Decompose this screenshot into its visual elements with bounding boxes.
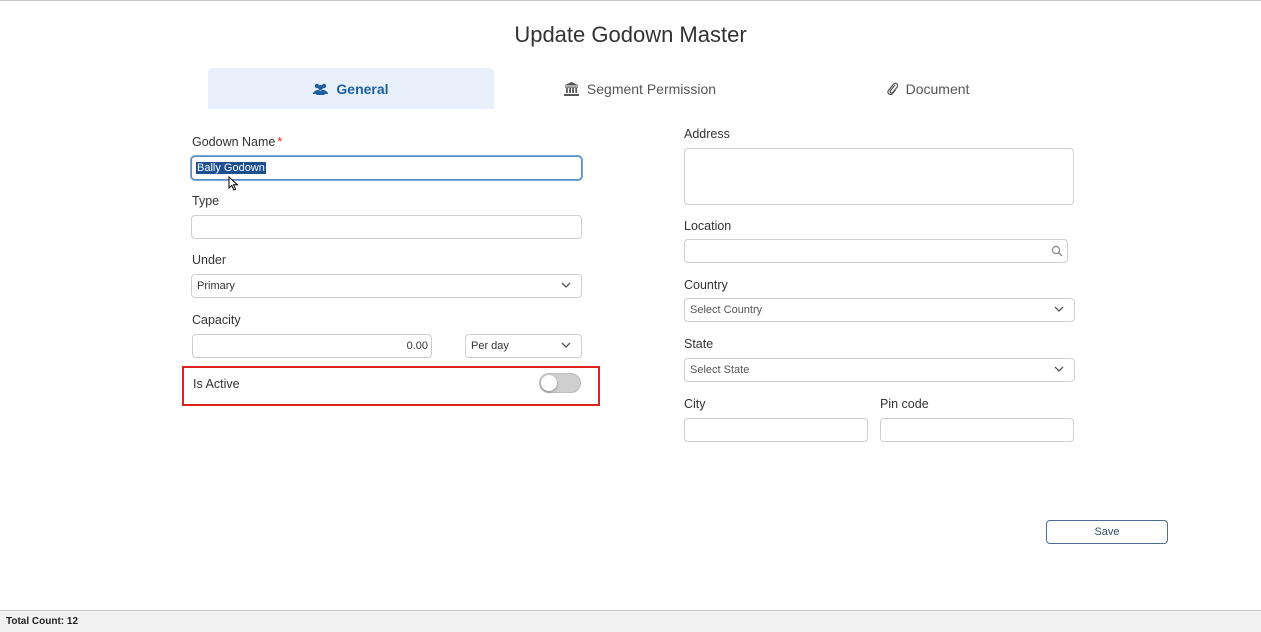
chevron-down-icon <box>561 282 571 288</box>
country-placeholder: Select Country <box>690 304 763 316</box>
top-border <box>0 0 1261 1</box>
godown-name-input[interactable]: Bally Godown <box>191 156 582 180</box>
godown-name-label: Godown Name * <box>192 135 282 149</box>
bank-icon <box>563 81 579 96</box>
total-count: Total Count: 12 <box>6 616 79 627</box>
city-input[interactable] <box>684 418 868 442</box>
capacity-label: Capacity <box>192 313 241 327</box>
location-label: Location <box>684 219 732 233</box>
tab-segment-permission-label: Segment Permission <box>586 80 717 97</box>
capacity-unit-value: Per day <box>471 340 509 352</box>
search-icon[interactable] <box>1051 245 1063 257</box>
is-active-toggle[interactable] <box>539 373 581 393</box>
state-placeholder: Select State <box>690 364 750 376</box>
status-bar: Total Count: 12 <box>0 610 1261 632</box>
address-textarea[interactable] <box>684 148 1074 205</box>
pin-code-label: Pin code <box>880 397 929 411</box>
godown-name-value: Bally Godown <box>196 162 266 174</box>
users-icon <box>313 83 329 95</box>
location-input[interactable] <box>684 239 1068 263</box>
page-title: Update Godown Master <box>514 22 747 47</box>
city-label: City <box>684 397 706 411</box>
under-label: Under <box>192 253 227 267</box>
state-select[interactable]: Select State <box>684 358 1075 382</box>
capacity-input[interactable]: 0.00 <box>192 334 432 358</box>
is-active-highlight-box <box>182 366 600 406</box>
country-select[interactable]: Select Country <box>684 298 1075 322</box>
capacity-value: 0.00 <box>406 340 428 352</box>
tab-document-label: Document <box>905 80 970 97</box>
tab-general-label: General <box>336 80 389 97</box>
tab-general[interactable]: General <box>208 68 494 109</box>
address-label: Address <box>684 127 730 141</box>
state-label: State <box>684 337 714 351</box>
toggle-knob <box>541 375 557 391</box>
pin-code-input[interactable] <box>880 418 1074 442</box>
chevron-down-icon <box>561 342 571 348</box>
under-select[interactable]: Primary <box>191 274 582 298</box>
under-value: Primary <box>197 280 235 292</box>
is-active-label: Is Active <box>193 377 240 391</box>
tab-segment-permission[interactable]: Segment Permission <box>510 68 770 109</box>
type-label: Type <box>192 194 220 208</box>
mouse-pointer-icon <box>228 176 239 191</box>
tab-document[interactable]: Document <box>800 68 1056 109</box>
type-input[interactable] <box>191 215 582 239</box>
chevron-down-icon <box>1054 366 1064 372</box>
godown-name-value-wrap: Bally Godown <box>196 162 266 174</box>
godown-name-label-text: Godown Name <box>192 135 276 149</box>
required-mark: * <box>277 135 283 149</box>
paperclip-icon <box>886 82 898 95</box>
capacity-unit-select[interactable]: Per day <box>465 334 582 358</box>
save-button[interactable]: Save <box>1046 520 1168 544</box>
country-label: Country <box>684 278 728 292</box>
chevron-down-icon <box>1054 306 1064 312</box>
